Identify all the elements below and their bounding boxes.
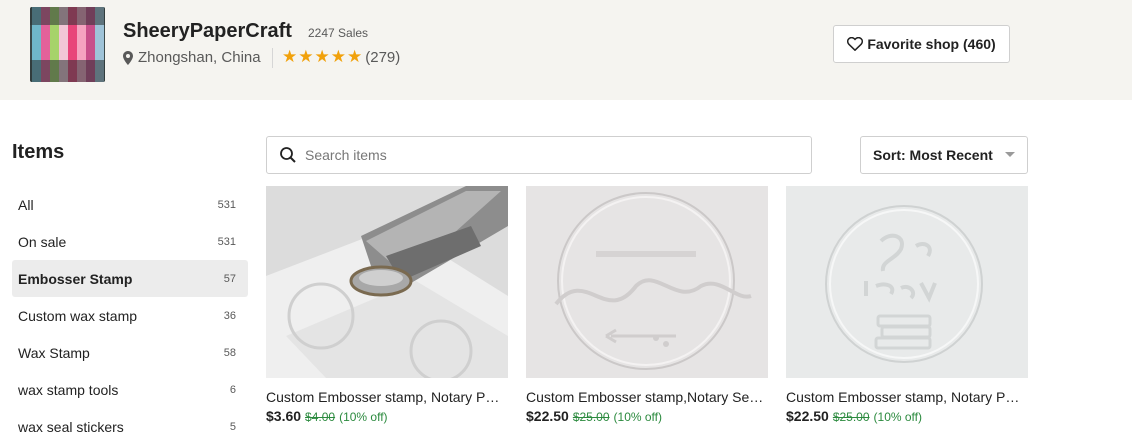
shop-rating[interactable]: ★ ★ ★ ★ ★ (279) (282, 48, 400, 66)
listing-price: $22.50 (526, 408, 569, 424)
category-item-wax-stamp-tools[interactable]: wax stamp tools 6 (12, 371, 248, 408)
category-count: 36 (223, 309, 236, 322)
category-label: On sale (18, 233, 67, 250)
category-item-on-sale[interactable]: On sale 531 (12, 223, 248, 260)
listing-discount: (10% off) (339, 410, 388, 424)
sort-label: Sort: Most Recent (873, 147, 993, 163)
divider (272, 48, 273, 68)
listing-card[interactable]: Custom Embosser stamp, Notary Public Sea… (786, 186, 1028, 424)
category-item-wax-seal-stickers[interactable]: wax seal stickers 5 (12, 408, 248, 445)
listing-price-row: $22.50 $25.00 (10% off) (786, 408, 1028, 424)
favorite-shop-button[interactable]: Favorite shop (460) (833, 25, 1010, 63)
rating-count: (279) (365, 48, 401, 66)
sort-dropdown[interactable]: Sort: Most Recent (860, 136, 1028, 174)
category-label: Wax Stamp (18, 344, 90, 361)
listing-original-price: $4.00 (305, 410, 336, 424)
search-input[interactable] (305, 147, 785, 163)
heart-icon (847, 37, 864, 51)
listing-price: $22.50 (786, 408, 829, 424)
star-icon: ★ (282, 47, 298, 66)
listing-title[interactable]: Custom Embosser stamp, Notary Public Sea… (266, 389, 506, 405)
listing-image[interactable] (526, 186, 768, 378)
listing-card[interactable]: Custom Embosser stamp,Notary Seal, Libra… (526, 186, 768, 424)
shop-location: Zhongshan, China (123, 49, 261, 66)
location-pin-icon (123, 50, 133, 65)
listing-original-price: $25.00 (832, 410, 870, 424)
shop-header: SheeryPaperCraft 2247 Sales Zhongshan, C… (0, 0, 1132, 100)
listing-image[interactable] (266, 186, 508, 378)
category-count: 58 (223, 346, 236, 359)
search-icon (280, 147, 296, 163)
listing-title[interactable]: Custom Embosser stamp, Notary Public Sea… (786, 389, 1026, 405)
listing-discount: (10% off) (873, 410, 922, 424)
category-count: 6 (229, 383, 236, 396)
listing-original-price: $25.00 (572, 410, 610, 424)
category-count: 531 (217, 198, 236, 211)
caret-down-icon (1005, 152, 1015, 157)
favorite-shop-label: Favorite shop (460) (867, 36, 996, 52)
items-heading: Items (12, 141, 65, 163)
star-icon: ★ (330, 47, 346, 66)
listing-image[interactable] (786, 186, 1028, 378)
category-label: wax seal stickers (18, 418, 124, 435)
shop-avatar[interactable] (30, 7, 105, 82)
search-box[interactable] (266, 136, 812, 174)
category-item-all[interactable]: All 531 (12, 186, 248, 223)
category-count: 57 (223, 272, 236, 285)
category-item-wax-stamp[interactable]: Wax Stamp 58 (12, 334, 248, 371)
listing-card[interactable]: Custom Embosser stamp, Notary Public Sea… (266, 186, 508, 424)
listing-title[interactable]: Custom Embosser stamp,Notary Seal, Libra… (526, 389, 766, 405)
listing-price: $3.60 (266, 408, 302, 424)
star-icon: ★ (298, 47, 314, 66)
category-item-custom-wax-stamp[interactable]: Custom wax stamp 36 (12, 297, 248, 334)
shop-name[interactable]: SheeryPaperCraft (123, 20, 292, 43)
star-icon: ★ (314, 47, 330, 66)
category-label: All (18, 196, 34, 213)
category-list: All 531 On sale 531 Embosser Stamp 57 Cu… (12, 186, 248, 445)
listing-price-row: $3.60 $4.00 (10% off) (266, 408, 508, 424)
listing-price-row: $22.50 $25.00 (10% off) (526, 408, 768, 424)
star-icon: ★ (347, 47, 363, 66)
category-count: 531 (217, 235, 236, 248)
category-item-embosser-stamp[interactable]: Embosser Stamp 57 (12, 260, 248, 297)
location-text: Zhongshan, China (138, 49, 261, 66)
category-label: Embosser Stamp (18, 270, 133, 287)
category-count: 5 (229, 420, 236, 433)
category-label: wax stamp tools (18, 381, 119, 398)
listing-discount: (10% off) (613, 410, 662, 424)
category-label: Custom wax stamp (18, 307, 138, 324)
sales-count: 2247 Sales (308, 26, 369, 40)
